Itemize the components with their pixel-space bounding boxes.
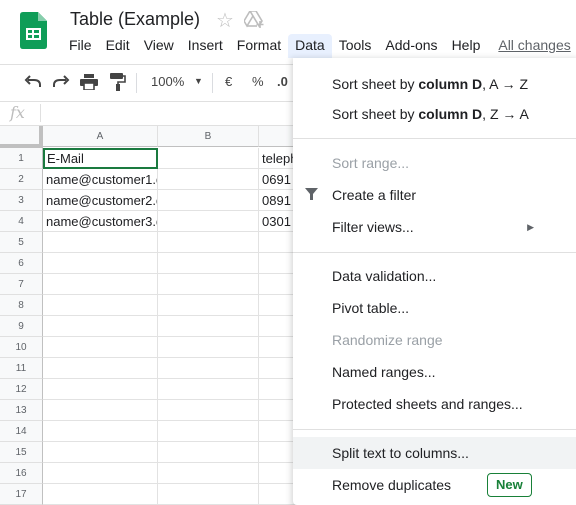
row-header[interactable]: 11 — [0, 358, 43, 379]
document-title[interactable]: Table (Example) — [70, 9, 200, 30]
cell-b[interactable] — [158, 379, 259, 400]
cell-a[interactable] — [43, 295, 158, 316]
cell-a[interactable] — [43, 442, 158, 463]
submenu-arrow-icon: ▶ — [527, 222, 534, 232]
cell-a[interactable] — [43, 337, 158, 358]
cell-b[interactable] — [158, 148, 259, 169]
cell-b[interactable] — [158, 190, 259, 211]
cell-b[interactable] — [158, 211, 259, 232]
row-header[interactable]: 12 — [0, 379, 43, 400]
cell-b[interactable] — [158, 400, 259, 421]
print-icon[interactable] — [80, 74, 98, 90]
star-icon[interactable]: ☆ — [216, 8, 234, 33]
menu-item-protected-sheets[interactable]: Protected sheets and ranges... — [293, 388, 576, 420]
cell-b[interactable] — [158, 295, 259, 316]
cell-a[interactable]: name@customer1.de — [43, 169, 158, 190]
row-header[interactable]: 16 — [0, 463, 43, 484]
menu-edit[interactable]: Edit — [99, 34, 137, 58]
menu-item-remove-duplicates[interactable]: Remove duplicates New — [293, 469, 576, 501]
decrease-decimal-button[interactable]: .0 — [277, 74, 288, 89]
cell-a[interactable] — [43, 316, 158, 337]
menu-addons[interactable]: Add-ons — [378, 34, 444, 58]
menu-bar: File Edit View Insert Format Data Tools … — [62, 34, 576, 58]
row-header[interactable]: 14 — [0, 421, 43, 442]
row-header[interactable]: 10 — [0, 337, 43, 358]
cell-b[interactable] — [158, 421, 259, 442]
row-header[interactable]: 4 — [0, 211, 43, 232]
menu-item-filter-views[interactable]: Filter views... ▶ — [293, 211, 576, 243]
menu-item-sort-range[interactable]: Sort range... — [293, 147, 576, 179]
cell-a[interactable] — [43, 379, 158, 400]
menu-insert[interactable]: Insert — [181, 34, 230, 58]
column-header-a[interactable]: A — [43, 126, 158, 147]
cell-b[interactable] — [158, 463, 259, 484]
menu-help[interactable]: Help — [445, 34, 488, 58]
row-header[interactable]: 3 — [0, 190, 43, 211]
cell-a[interactable] — [43, 421, 158, 442]
row-header[interactable]: 9 — [0, 316, 43, 337]
paint-format-icon[interactable] — [110, 73, 126, 91]
row-header[interactable]: 13 — [0, 400, 43, 421]
row-header[interactable]: 6 — [0, 253, 43, 274]
menu-view[interactable]: View — [137, 34, 181, 58]
menu-format[interactable]: Format — [230, 34, 288, 58]
menu-file[interactable]: File — [62, 34, 99, 58]
menu-item-data-validation[interactable]: Data validation... — [293, 260, 576, 292]
menu-data[interactable]: Data — [288, 34, 332, 58]
menu-item-pivot-table[interactable]: Pivot table... — [293, 292, 576, 324]
menu-item-sort-az[interactable]: Sort sheet by column D, A → Z — [293, 68, 576, 100]
row-header[interactable]: 17 — [0, 484, 43, 505]
zoom-select[interactable]: 100% — [151, 74, 184, 89]
menu-item-split-text[interactable]: Split text to columns... — [293, 437, 576, 469]
row-header[interactable]: 8 — [0, 295, 43, 316]
menu-tools[interactable]: Tools — [332, 34, 379, 58]
row-header[interactable]: 1 — [0, 148, 43, 169]
drive-move-icon[interactable] — [244, 11, 264, 29]
cell-b[interactable] — [158, 358, 259, 379]
data-menu-dropdown: Sort sheet by column D, A → Z Sort sheet… — [293, 58, 576, 505]
cell-b[interactable] — [158, 274, 259, 295]
menu-item-sort-za[interactable]: Sort sheet by column D, Z → A — [293, 98, 576, 130]
cell-a[interactable] — [43, 253, 158, 274]
cell-b[interactable] — [158, 232, 259, 253]
cell-b[interactable] — [158, 337, 259, 358]
redo-icon[interactable] — [52, 75, 70, 89]
cell-a[interactable] — [43, 274, 158, 295]
all-changes-link[interactable]: All changes — [491, 34, 576, 58]
new-badge: New — [487, 473, 532, 497]
row-header[interactable]: 7 — [0, 274, 43, 295]
cell-b[interactable] — [158, 253, 259, 274]
cell-a[interactable] — [43, 232, 158, 253]
sheets-logo-icon[interactable] — [20, 12, 47, 49]
cell-a[interactable]: E-Mail — [43, 148, 158, 169]
cell-b[interactable] — [158, 169, 259, 190]
cell-a[interactable]: name@customer3.de — [43, 211, 158, 232]
select-all-corner[interactable] — [0, 126, 43, 148]
cell-b[interactable] — [158, 442, 259, 463]
cell-a[interactable] — [43, 400, 158, 421]
row-header[interactable]: 15 — [0, 442, 43, 463]
column-header-b[interactable]: B — [158, 126, 259, 147]
filter-icon — [305, 188, 318, 200]
cell-a[interactable] — [43, 484, 158, 505]
row-header[interactable]: 5 — [0, 232, 43, 253]
percent-button[interactable]: % — [252, 74, 264, 89]
menu-item-randomize-range[interactable]: Randomize range — [293, 324, 576, 356]
cell-a[interactable] — [43, 358, 158, 379]
cell-b[interactable] — [158, 484, 259, 505]
undo-icon[interactable] — [24, 75, 42, 89]
menu-item-named-ranges[interactable]: Named ranges... — [293, 356, 576, 388]
cell-b[interactable] — [158, 316, 259, 337]
menu-item-create-filter[interactable]: Create a filter — [293, 179, 576, 211]
cell-a[interactable]: name@customer2.de — [43, 190, 158, 211]
row-header[interactable]: 2 — [0, 169, 43, 190]
cell-a[interactable] — [43, 463, 158, 484]
fx-icon: fx — [10, 103, 25, 122]
currency-button[interactable]: € — [225, 74, 232, 89]
zoom-dropdown-icon[interactable]: ▼ — [194, 76, 203, 86]
